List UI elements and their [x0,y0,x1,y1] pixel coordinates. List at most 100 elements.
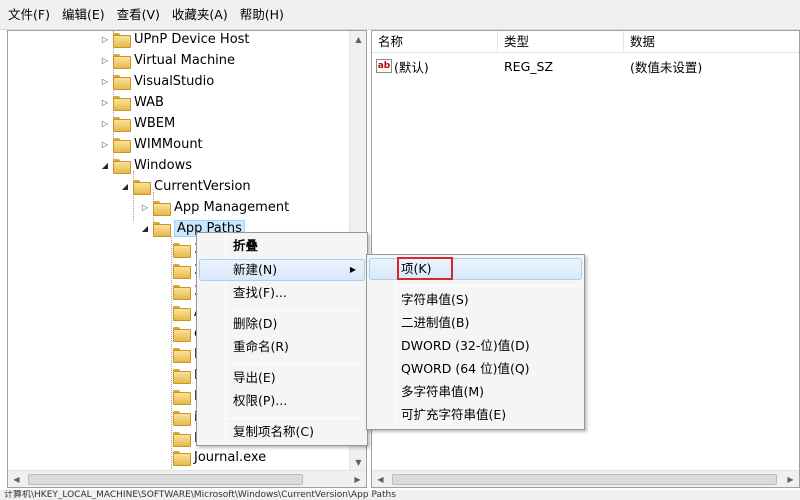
menu-item-copy-key-name[interactable]: 复制项名称(C) [199,421,365,443]
tree-item-visualstudio[interactable]: ▷ VisualStudio [100,71,214,92]
column-header-data[interactable]: 数据 [624,31,799,53]
tree-guide-line [171,236,172,471]
value-name: (默认) [394,59,429,75]
expand-icon[interactable]: ▷ [100,56,110,66]
scrollbar-thumb[interactable] [28,474,303,485]
tree-item-label: WAB [134,95,164,110]
annotation-highlight-box [397,257,453,280]
menu-item-qword-value[interactable]: QWORD (64 位)值(Q) [369,358,582,380]
tree-item-label: Virtual Machine [134,53,236,68]
tree-horizontal-scrollbar[interactable]: ◀ ▶ [8,470,366,487]
menu-item-label: 新建(N) [233,262,278,277]
folder-icon [113,138,131,153]
tree-item-windows[interactable]: ◢ Windows [100,155,192,176]
collapse-icon[interactable]: ◢ [140,224,150,234]
tree-item-label: UPnP Device Host [134,32,250,47]
folder-icon [173,411,191,426]
menu-item-expandable-string-value[interactable]: 可扩充字符串值(E) [369,404,582,426]
column-header-type[interactable]: 类型 [498,31,624,53]
folder-icon [173,285,191,300]
tree-item-label: VisualStudio [134,74,215,89]
folder-icon [173,432,191,447]
column-header-name[interactable]: 名称 [372,31,498,53]
menu-item-export[interactable]: 导出(E) [199,367,365,389]
folder-icon [153,201,171,216]
menu-separator [227,418,363,419]
folder-icon [133,180,151,195]
list-item[interactable]: ab (默认) REG_SZ (数值未设置) [372,56,702,76]
folder-icon [173,306,191,321]
folder-icon [173,451,191,466]
expand-icon[interactable]: ▷ [100,35,110,45]
menu-item-delete[interactable]: 删除(D) [199,313,365,335]
status-bar: 计算机\HKEY_LOCAL_MACHINE\SOFTWARE\Microsof… [0,490,800,500]
menu-separator [227,364,363,365]
menu-bar: 文件(F) 编辑(E) 查看(V) 收藏夹(A) 帮助(H) [0,0,800,30]
collapse-icon[interactable]: ◢ [100,161,110,171]
scrollbar-thumb[interactable] [392,474,777,485]
folder-icon [113,117,131,132]
menu-item-collapse[interactable]: 折叠 [199,235,365,257]
list-horizontal-scrollbar[interactable]: ◀ ▶ [372,470,799,487]
menu-item-multi-string-value[interactable]: 多字符串值(M) [369,381,582,403]
menu-item-string-value[interactable]: 字符串值(S) [369,289,582,311]
tree-item-label: Windows [134,158,193,173]
tree-item-virtual-machine[interactable]: ▷ Virtual Machine [100,50,235,71]
tree-item-subkey[interactable]: i [173,407,198,428]
new-submenu: 项(K) 字符串值(S) 二进制值(B) DWORD (32-位)值(D) QW… [366,254,585,430]
menu-view[interactable]: 查看(V) [111,4,166,26]
tree-item-wab[interactable]: ▷ WAB [100,92,164,113]
collapse-icon[interactable]: ◢ [120,182,130,192]
scroll-right-icon[interactable]: ▶ [782,471,799,487]
scroll-up-icon[interactable]: ▲ [350,31,366,48]
menu-file[interactable]: 文件(F) [2,4,56,26]
menu-item-new[interactable]: 新建(N) ▶ [199,259,365,281]
scroll-left-icon[interactable]: ◀ [372,471,389,487]
scroll-right-icon[interactable]: ▶ [349,471,366,487]
expand-icon[interactable]: ▷ [100,77,110,87]
expand-icon[interactable]: ▷ [140,203,150,213]
tree-item-subkey[interactable]: I [173,428,198,449]
tree-item-upnp[interactable]: ▷ UPnP Device Host [100,31,250,50]
menu-item-rename[interactable]: 重命名(R) [199,336,365,358]
folder-icon [173,327,191,342]
folder-icon [173,369,191,384]
menu-edit[interactable]: 编辑(E) [56,4,111,26]
folder-icon [113,75,131,90]
folder-icon [113,96,131,111]
menu-separator [397,285,580,286]
menu-help[interactable]: 帮助(H) [234,4,290,26]
folder-icon [113,33,131,48]
expand-icon[interactable]: ▷ [100,119,110,129]
menu-item-permissions[interactable]: 权限(P)... [199,390,365,412]
expand-icon[interactable]: ▷ [100,98,110,108]
folder-icon [173,243,191,258]
folder-icon [113,54,131,69]
tree-item-currentversion[interactable]: ◢ CurrentVersion [120,176,251,197]
tree-item-wimmount[interactable]: ▷ WIMMount [100,134,203,155]
menu-favorites[interactable]: 收藏夹(A) [166,4,234,26]
folder-icon [113,159,131,174]
scroll-left-icon[interactable]: ◀ [8,471,25,487]
value-type: REG_SZ [504,58,554,74]
folder-icon [173,348,191,363]
value-data: (数值未设置) [630,59,703,75]
tree-item-label: WIMMount [134,137,203,152]
submenu-arrow-icon: ▶ [349,265,356,274]
tree-item-app-management[interactable]: ▷ App Management [140,197,289,218]
tree-item-label: App Management [174,200,290,215]
menu-item-find[interactable]: 查找(F)... [199,282,365,304]
tree-item-label: WBEM [134,116,176,131]
list-header: 名称 类型 数据 [372,31,799,53]
menu-item-dword-value[interactable]: DWORD (32-位)值(D) [369,335,582,357]
menu-separator [227,310,363,311]
string-value-icon: ab [376,59,392,73]
tree-item-wbem[interactable]: ▷ WBEM [100,113,175,134]
scroll-down-icon[interactable]: ▼ [350,454,366,471]
folder-icon [173,390,191,405]
tree-item-journal[interactable]: Journal.exe [173,447,266,468]
tree-item-label: CurrentVersion [154,179,251,194]
expand-icon[interactable]: ▷ [100,140,110,150]
menu-item-binary-value[interactable]: 二进制值(B) [369,312,582,334]
context-menu: 折叠 新建(N) ▶ 查找(F)... 删除(D) 重命名(R) 导出(E) 权… [196,232,368,446]
